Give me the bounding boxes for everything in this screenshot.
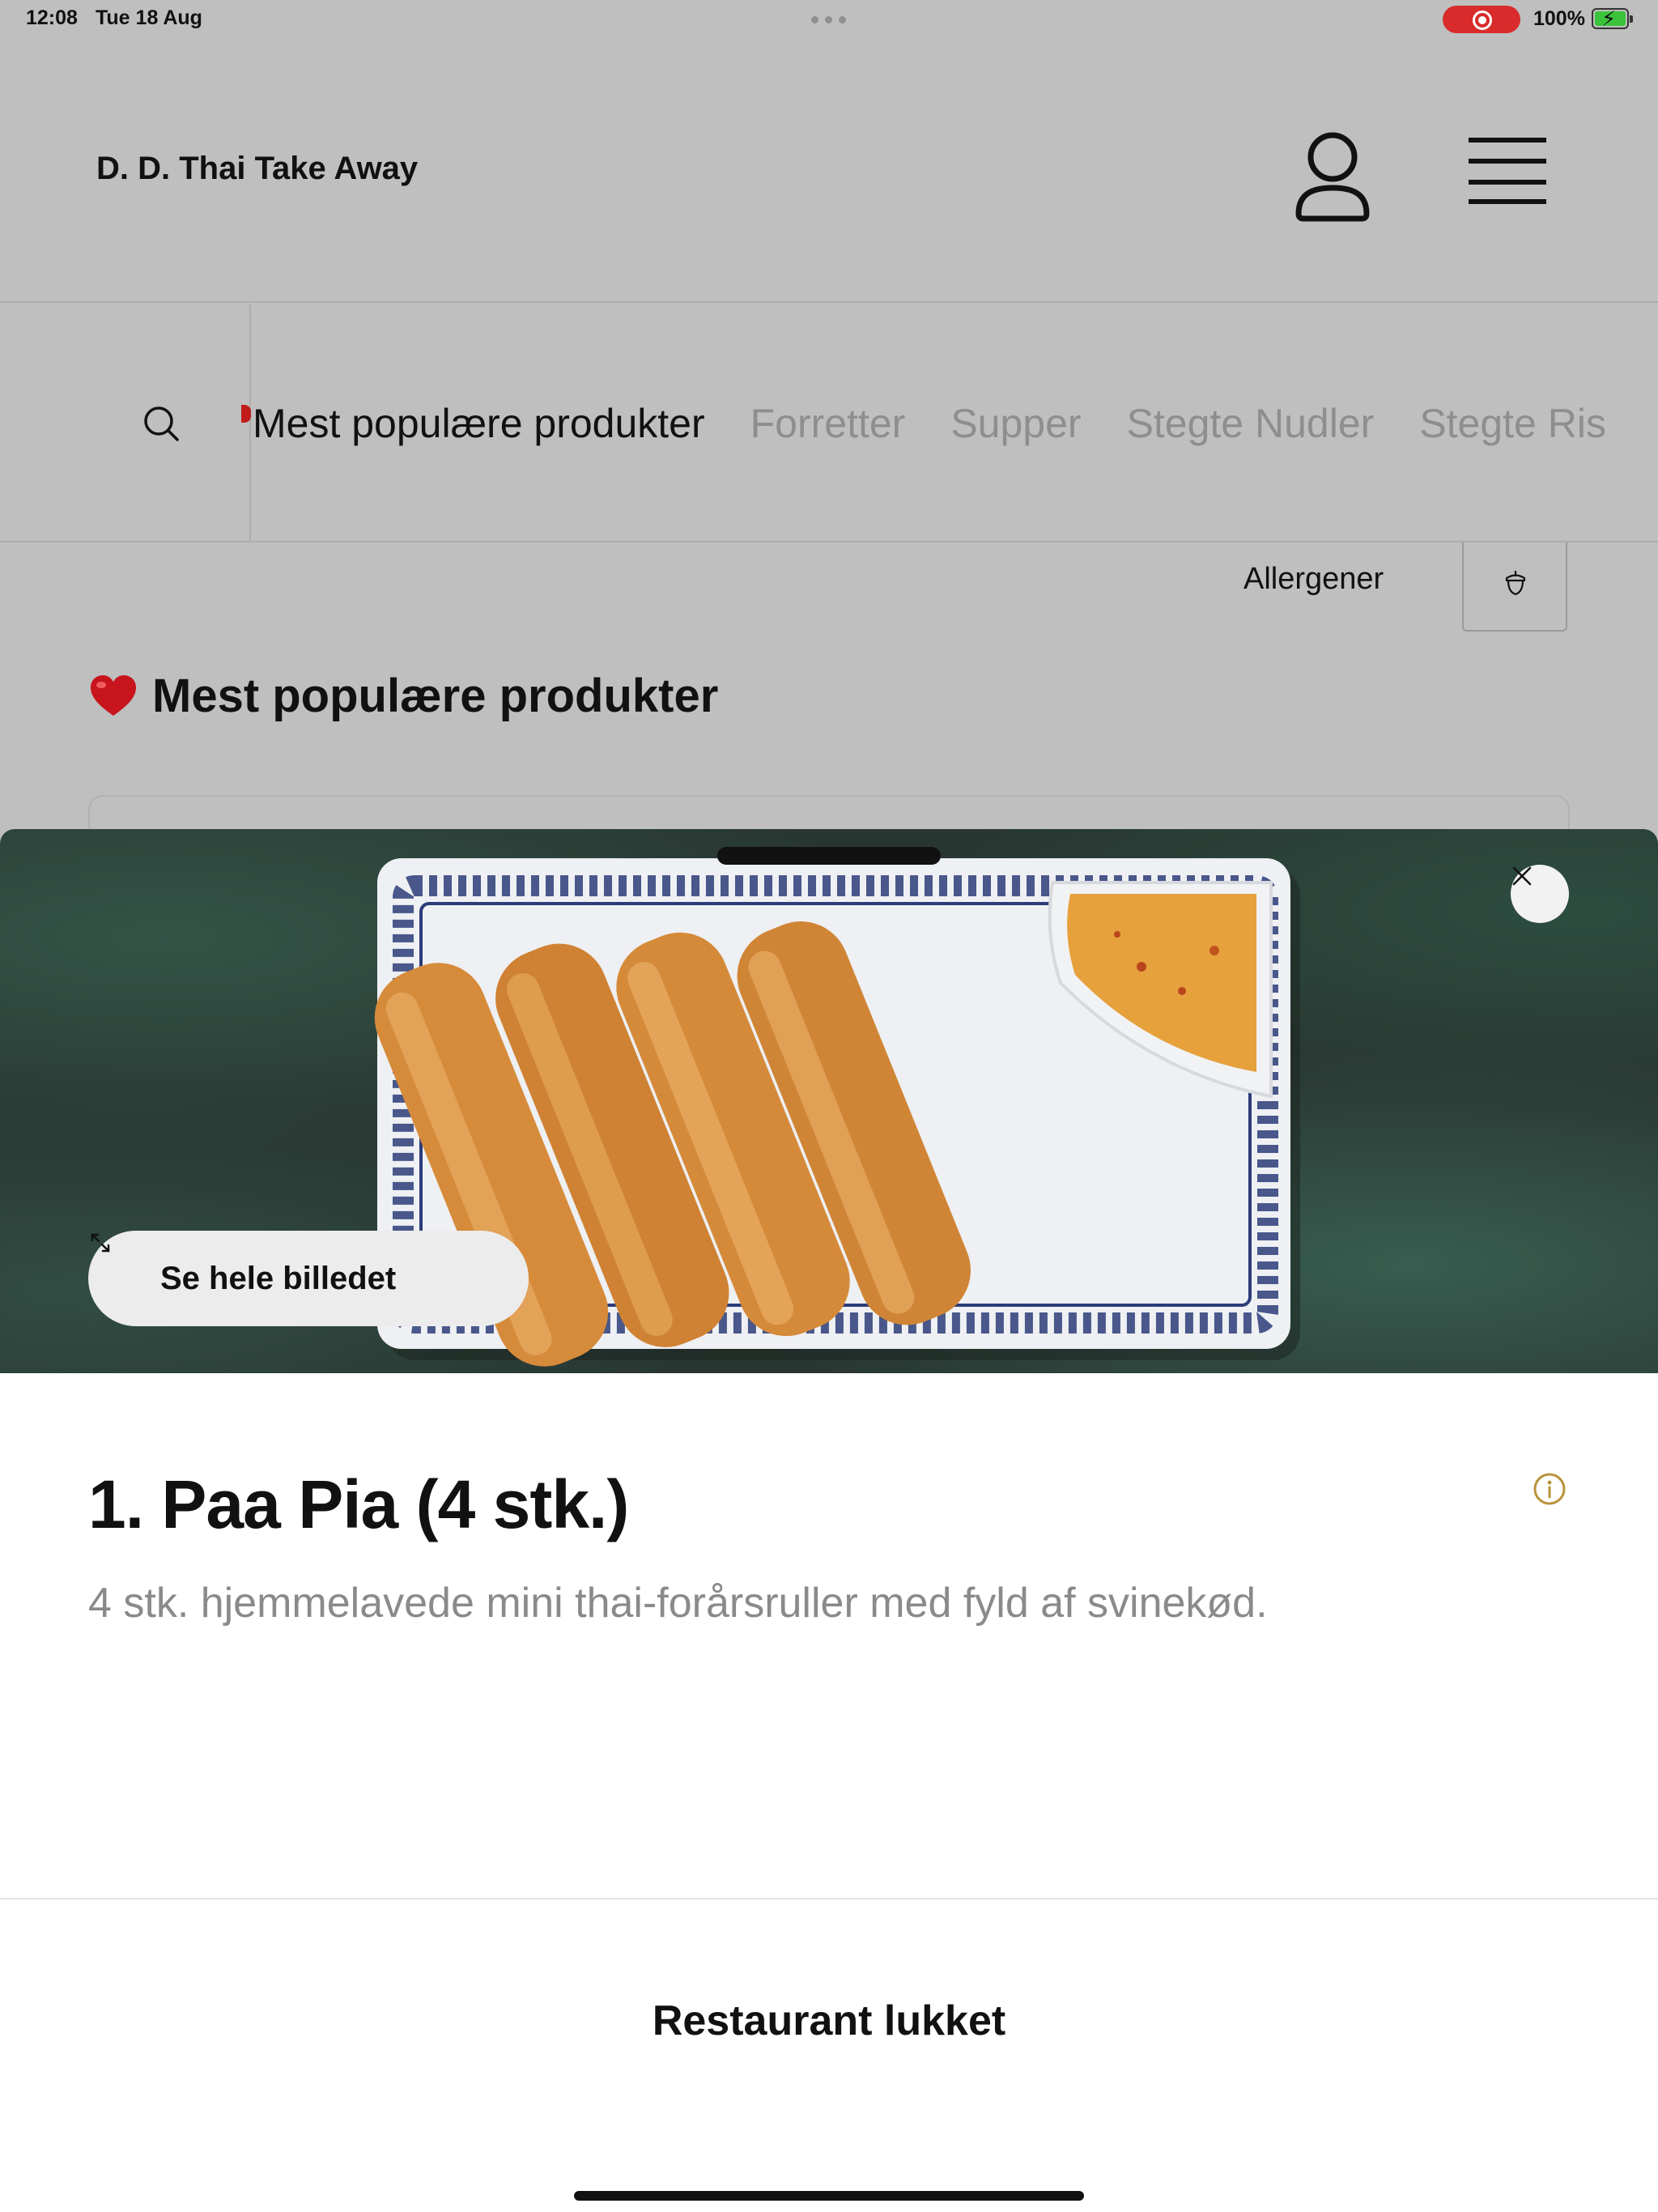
section-title: Mest populære produkter [152,670,719,722]
tab-supper[interactable]: Supper [950,400,1081,447]
close-button[interactable] [1511,865,1569,923]
screen-recording-icon[interactable] [1443,6,1520,33]
allergen-label[interactable]: Allergener [1244,562,1384,597]
restaurant-name[interactable]: D. D. Thai Take Away [96,151,418,187]
menu-icon[interactable] [1464,134,1548,207]
product-photo[interactable]: Se hele billedet [0,829,1658,1373]
view-full-photo-label: Se hele billedet [160,1260,397,1296]
multitasking-dots-icon[interactable] [811,16,846,23]
product-title: 1. Paa Pia (4 stk.) [88,1466,629,1542]
product-sheet: Se hele billedet 1. Paa Pia (4 stk.) 4 s… [0,829,1658,2212]
status-bar: 12:08 Tue 18 Aug 100% ⚡ [0,0,1658,39]
category-nav: Mest populære produkter Forretter Supper… [0,304,1658,542]
search-icon [144,406,179,441]
home-indicator[interactable] [574,2191,1084,2201]
view-full-photo-button[interactable]: Se hele billedet [88,1231,529,1326]
tab-stegte-ris[interactable]: Stegte Ris [1419,400,1606,447]
sheet-grabber[interactable] [717,847,941,865]
section-heading: Mest populære produkter [89,669,718,723]
divider [0,1898,1658,1899]
status-time: 12:08 [26,6,78,29]
restaurant-closed-button[interactable]: Restaurant lukket [0,1997,1658,2045]
tab-stegte-nudler[interactable]: Stegte Nudler [1127,400,1375,447]
info-icon[interactable] [1533,1472,1567,1506]
battery-percentage: 100% [1533,7,1585,30]
battery-icon: ⚡ [1592,6,1633,31]
acorn-icon [1505,570,1526,596]
tab-mest-populaere[interactable]: Mest populære produkter [241,400,705,447]
category-tabs: Mest populære produkter Forretter Supper… [241,304,1652,541]
expand-icon [91,1233,110,1253]
status-date: Tue 18 Aug [96,6,202,29]
product-description: 4 stk. hjemmelavede mini thai-forårsrull… [88,1580,1268,1627]
tab-forretter[interactable]: Forretter [750,400,906,447]
allergen-filter-button[interactable] [1462,542,1567,632]
search-button[interactable] [0,304,251,541]
close-icon [1512,866,1532,886]
heart-icon [91,674,136,716]
app-header: D. D. Thai Take Away [0,39,1658,303]
user-icon[interactable] [1292,128,1373,225]
